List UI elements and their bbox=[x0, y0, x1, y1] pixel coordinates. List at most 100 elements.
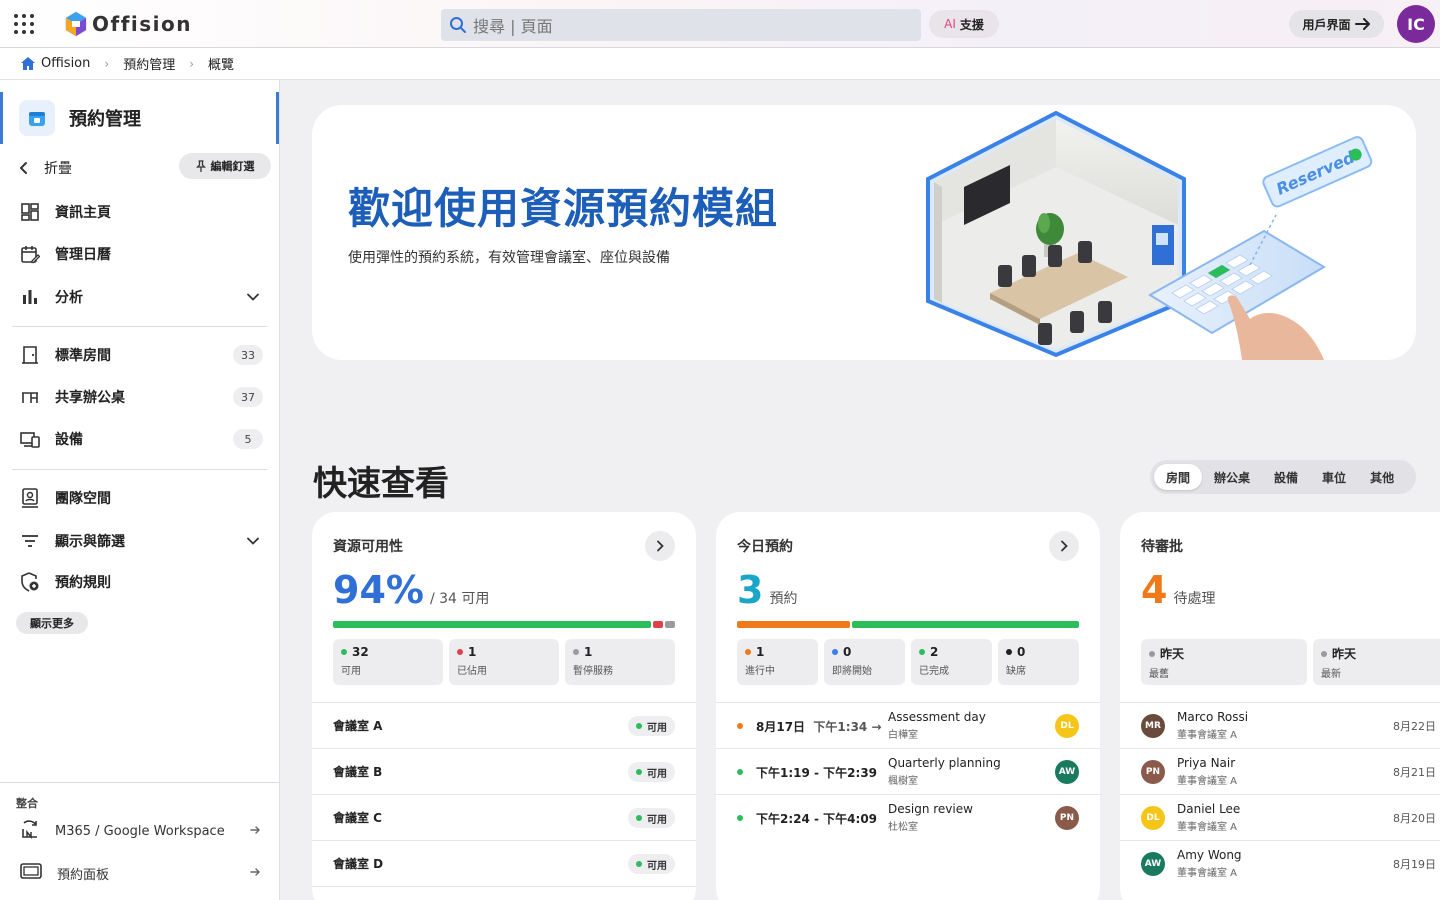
team-space-icon bbox=[20, 488, 40, 508]
chevron-right-icon: › bbox=[104, 56, 110, 71]
sidebar-item-m365-google[interactable]: M365 / Google Workspace bbox=[0, 813, 279, 849]
user-view-button[interactable]: 用戶界面 bbox=[1289, 10, 1384, 38]
sync-icon bbox=[20, 819, 40, 843]
sidebar-item-rooms[interactable]: 標準房間 33 bbox=[0, 335, 279, 375]
today-title: 今日預約 bbox=[737, 539, 793, 555]
pending-list: MR Marco Rossi 董事會議室 A 8月22日 PN Priya Nai… bbox=[1120, 702, 1440, 886]
count-badge: 5 bbox=[233, 429, 263, 449]
ai-tag: AI bbox=[944, 17, 956, 31]
today-bookings-card: 今日預約 3 預約 1 進行中 0 即將開始 2 已完成 0 缺席 8月17日 下午1:… bbox=[716, 512, 1100, 900]
status-dot bbox=[341, 649, 347, 655]
status-badge: 可用 bbox=[628, 808, 675, 828]
request-row[interactable]: DL Daniel Lee 董事會議室 A 8月20日 bbox=[1120, 794, 1440, 840]
hero-title: 歡迎使用資源預約模組 bbox=[348, 184, 779, 233]
status-badge: 可用 bbox=[628, 716, 675, 736]
tab-parking[interactable]: 車位 bbox=[1310, 464, 1358, 490]
progress-segment bbox=[737, 621, 850, 628]
sidebar-item-analytics[interactable]: 分析 bbox=[0, 277, 279, 317]
rules-icon bbox=[20, 572, 40, 592]
chevron-right-icon: › bbox=[189, 56, 195, 71]
sidebar-item-equipment[interactable]: 設備 5 bbox=[0, 419, 279, 459]
status-dot bbox=[1006, 649, 1012, 655]
today-stats: 1 進行中 0 即將開始 2 已完成 0 缺席 bbox=[737, 639, 1079, 685]
breadcrumb-home[interactable]: Offision bbox=[20, 56, 90, 71]
module-header[interactable]: 預約管理 bbox=[0, 92, 279, 144]
status-dot bbox=[457, 649, 463, 655]
room-list: 會議室 A 可用 會議室 B 可用 會議室 C 可用 會議室 D 可用 bbox=[312, 702, 696, 900]
collapse-sidebar-button[interactable]: 折疊 編輯釘選 bbox=[0, 150, 279, 186]
sidebar-item-label: 預約規則 bbox=[55, 575, 111, 591]
door-icon bbox=[20, 345, 40, 365]
devices-icon bbox=[20, 429, 40, 449]
breadcrumb-item-overview: 概覽 bbox=[208, 58, 235, 73]
sidebar-item-dashboard[interactable]: 資訊主頁 bbox=[0, 192, 279, 232]
availability-open-button[interactable] bbox=[645, 531, 675, 561]
search-input[interactable]: 搜尋 | 頁面 bbox=[441, 9, 921, 41]
avatar: DL bbox=[1055, 714, 1079, 738]
status-badge: 可用 bbox=[628, 762, 675, 782]
stat-occupied: 1 已佔用 bbox=[449, 639, 559, 685]
booking-row[interactable]: 8月17日 下午1:34 → Assessment day 白樺室 DL bbox=[716, 702, 1100, 748]
status-dot bbox=[737, 815, 743, 821]
chevron-down-icon[interactable] bbox=[247, 533, 259, 549]
quick-view-title: 快速查看 bbox=[313, 464, 449, 504]
request-row[interactable]: AW Amy Wong 董事會議室 A 8月19日 bbox=[1120, 840, 1440, 886]
chevron-down-icon[interactable] bbox=[247, 289, 259, 305]
panel-icon bbox=[20, 863, 42, 883]
status-dot bbox=[737, 723, 743, 729]
app-launcher-icon[interactable] bbox=[14, 14, 34, 34]
tab-equipment[interactable]: 設備 bbox=[1262, 464, 1310, 490]
room-row[interactable]: 會議室 B 可用 bbox=[312, 748, 696, 794]
tab-rooms[interactable]: 房間 bbox=[1154, 464, 1203, 490]
integration-label: 預約面板 bbox=[57, 867, 110, 883]
status-dot bbox=[919, 649, 925, 655]
pending-stats: 昨天 最舊 昨天 最新 bbox=[1141, 639, 1440, 685]
today-open-button[interactable] bbox=[1049, 531, 1079, 561]
booking-row[interactable]: 下午1:19 - 下午2:39 Quarterly planning 楓樹室 AW bbox=[716, 748, 1100, 794]
show-more-button[interactable]: 顯示更多 bbox=[16, 612, 88, 634]
room-row[interactable]: 會議室 A 可用 bbox=[312, 702, 696, 748]
tab-other[interactable]: 其他 bbox=[1358, 464, 1406, 490]
breadcrumb-item-booking[interactable]: 預約管理 bbox=[123, 54, 175, 73]
room-row[interactable]: 會議室 D 可用 bbox=[312, 840, 696, 886]
booking-row[interactable]: 下午2:24 - 下午4:09 Design review 杜松室 PN bbox=[716, 794, 1100, 840]
booking-list: 8月17日 下午1:34 → Assessment day 白樺室 DL 下午1:… bbox=[716, 702, 1100, 840]
stat-completed: 2 已完成 bbox=[911, 639, 992, 685]
quick-view-tabs: 房間 辦公桌 設備 車位 其他 bbox=[1150, 460, 1416, 494]
edit-pins-label: 編輯釘選 bbox=[210, 160, 255, 173]
sidebar-item-label: 分析 bbox=[55, 290, 83, 306]
tab-desks[interactable]: 辦公桌 bbox=[1202, 464, 1262, 490]
edit-pins-button[interactable]: 編輯釘選 bbox=[179, 153, 271, 179]
breadcrumb: Offision › 預約管理 › 概覽 bbox=[0, 48, 1440, 80]
user-avatar[interactable]: IC bbox=[1397, 5, 1435, 43]
progress-segment bbox=[852, 621, 1079, 628]
sidebar-item-label: 顯示與篩選 bbox=[55, 534, 125, 550]
avatar: MR bbox=[1141, 714, 1165, 738]
today-unit: 預約 bbox=[769, 591, 798, 607]
avatar: PN bbox=[1055, 806, 1079, 830]
availability-summary: 94% / 34 可用 bbox=[333, 568, 489, 612]
sidebar-item-booking-panel[interactable]: 預約面板 bbox=[0, 855, 279, 891]
integrations-title: 整合 bbox=[16, 797, 38, 810]
sidebar-item-booking-rules[interactable]: 預約規則 bbox=[0, 562, 279, 602]
app-logo[interactable]: Offision bbox=[64, 10, 192, 38]
progress-segment bbox=[333, 621, 651, 628]
booking-module-icon bbox=[19, 100, 55, 136]
sidebar-item-team-spaces[interactable]: 團隊空間 bbox=[0, 478, 279, 518]
sidebar-item-display-filter[interactable]: 顯示與篩選 bbox=[0, 521, 279, 561]
progress-segment bbox=[665, 621, 675, 628]
avatar: PN bbox=[1141, 760, 1165, 784]
sidebar-item-calendar[interactable]: 管理日曆 bbox=[0, 234, 279, 274]
sidebar-item-label: 管理日曆 bbox=[55, 247, 111, 263]
request-row[interactable]: PN Priya Nair董事會議室 A 8月21日 上 bbox=[1120, 748, 1440, 794]
room-row[interactable] bbox=[312, 886, 696, 900]
sidebar-item-label: 共享辦公桌 bbox=[55, 390, 125, 406]
avatar: AW bbox=[1055, 760, 1079, 784]
status-dot bbox=[737, 769, 743, 775]
request-row[interactable]: MR Marco Rossi 董事會議室 A 8月22日 bbox=[1120, 702, 1440, 748]
availability-card: 資源可用性 94% / 34 可用 32 可用 1 已佔用 1 暫停服務 會議室 A可… bbox=[312, 512, 696, 900]
today-summary: 3 預約 bbox=[737, 568, 797, 612]
ai-support-button[interactable]: AI 支援 bbox=[929, 10, 999, 38]
sidebar-item-desks[interactable]: 共享辦公桌 37 bbox=[0, 377, 279, 417]
room-row[interactable]: 會議室 C 可用 bbox=[312, 794, 696, 840]
